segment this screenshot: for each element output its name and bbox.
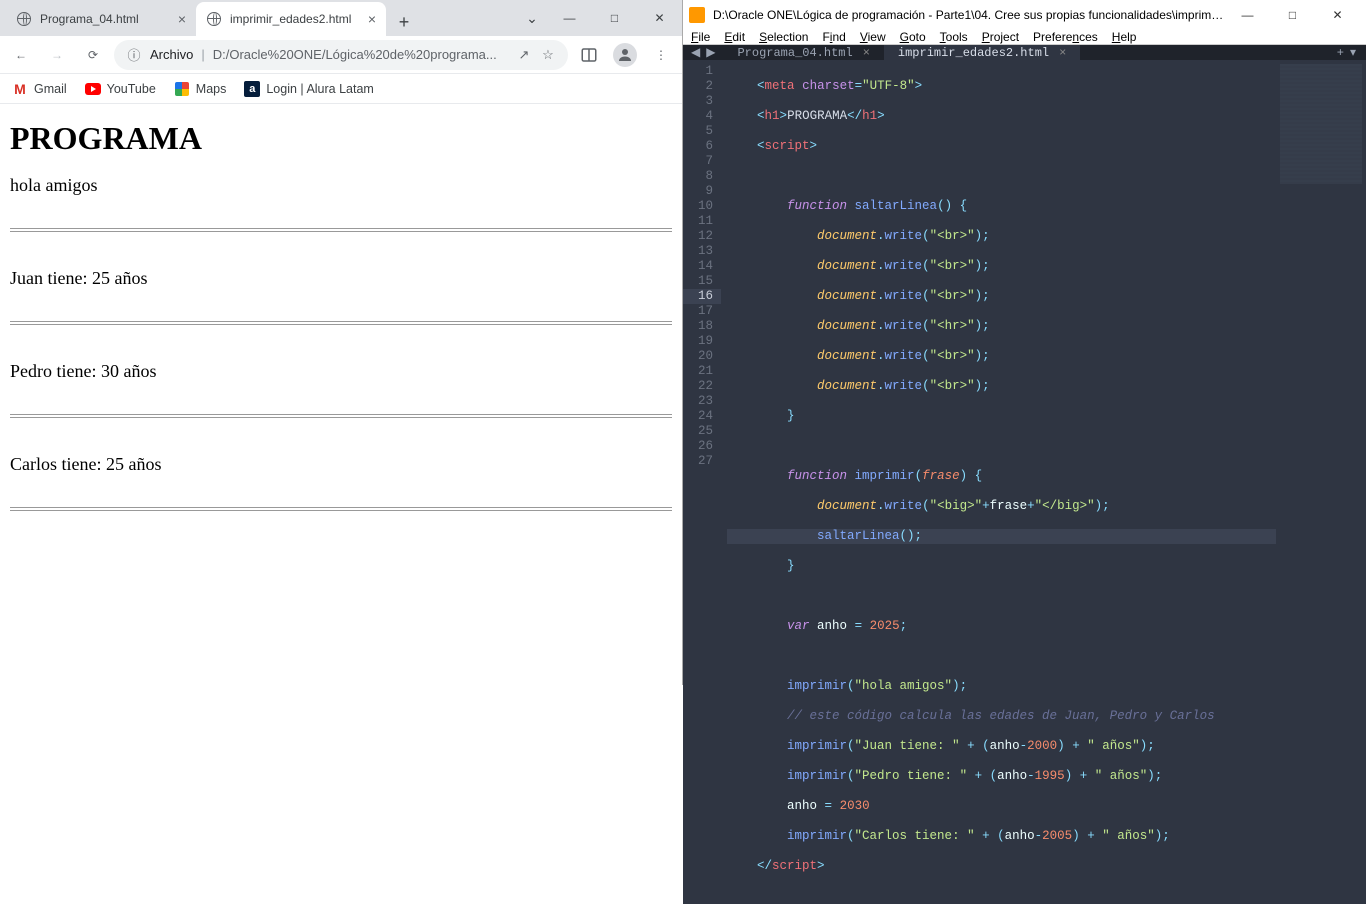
window-controls: ⌄ — □ ✕ [517,0,682,36]
tab-title: imprimir_edades2.html [898,46,1049,60]
tab-nav-arrows: ◀ ▶ [683,45,723,60]
tab-dropdown-icon[interactable]: ▾ [1350,45,1356,60]
address-bar[interactable]: ⓘ Archivo | D:/Oracle%20ONE/Lógica%20de%… [114,40,568,70]
page-content: PROGRAMA hola amigos Juan tiene: 25 años… [0,104,682,685]
maximize-button[interactable]: □ [592,3,637,33]
menu-bar: File Edit Selection Find View Goto Tools… [683,30,1366,45]
close-button[interactable]: ✕ [1315,0,1360,30]
bookmark-maps[interactable]: Maps [174,81,227,97]
bookmark-youtube[interactable]: YouTube [85,81,156,97]
new-tab-icon[interactable]: + [1337,46,1344,60]
url-prefix: Archivo [150,47,193,62]
editor-tab-bar: ◀ ▶ Programa_04.html × imprimir_edades2.… [683,45,1366,60]
url-separator: | [201,47,204,62]
gmail-icon: M [12,81,28,97]
alura-icon: a [244,81,260,97]
bookmark-label: Gmail [34,82,67,96]
menu-find[interactable]: Find [822,30,845,44]
output-line: Carlos tiene: 25 años [10,454,672,475]
output-line: hola amigos [10,175,672,196]
reload-button[interactable]: ⟳ [78,40,108,70]
back-button[interactable]: ← [6,40,36,70]
menu-tools[interactable]: Tools [940,30,968,44]
tab-title: Programa_04.html [737,46,852,60]
sublime-logo-icon [689,7,705,23]
browser-toolbar: ← → ⟳ ⓘ Archivo | D:/Oracle%20ONE/Lógica… [0,36,682,74]
output-line: Juan tiene: 25 años [10,268,672,289]
maximize-button[interactable]: □ [1270,0,1315,30]
sublime-window: D:\Oracle ONE\Lógica de programación - P… [683,0,1366,685]
reading-list-icon[interactable] [574,40,604,70]
globe-icon [16,11,32,27]
window-title: D:\Oracle ONE\Lógica de programación - P… [713,8,1225,22]
menu-help[interactable]: Help [1112,30,1137,44]
maps-icon [174,81,190,97]
bookmark-label: Login | Alura Latam [266,82,373,96]
line-gutter: 12345 678910 1112131415 1617181920 21222… [683,60,721,904]
tab-title: imprimir_edades2.html [230,12,360,26]
forward-button[interactable]: → [42,40,72,70]
editor-tab-1[interactable]: Programa_04.html × [723,45,883,60]
code-area[interactable]: <meta charset="UTF-8"> <h1>PROGRAMA</h1>… [721,60,1276,904]
share-icon[interactable]: ↗ [516,47,532,63]
window-controls: — □ ✕ [1225,0,1360,30]
profile-avatar[interactable] [610,40,640,70]
browser-tab-1[interactable]: Programa_04.html × [6,2,196,36]
globe-icon [206,11,222,27]
tab-strip: Programa_04.html × imprimir_edades2.html… [0,0,682,36]
menu-project[interactable]: Project [982,30,1019,44]
bookmark-label: YouTube [107,82,156,96]
menu-preferences[interactable]: Preferences [1033,30,1098,44]
close-icon[interactable]: × [368,12,376,26]
output-line: Pedro tiene: 30 años [10,361,672,382]
close-button[interactable]: ✕ [637,3,682,33]
minimize-button[interactable]: — [547,3,592,33]
minimap[interactable] [1276,60,1366,904]
editor-area[interactable]: 12345 678910 1112131415 1617181920 21222… [683,60,1366,904]
menu-view[interactable]: View [860,30,886,44]
minimize-button[interactable]: — [1225,0,1270,30]
nav-back-icon[interactable]: ◀ [691,45,700,60]
sublime-titlebar: D:\Oracle ONE\Lógica de programación - P… [683,0,1366,30]
close-icon[interactable]: × [863,46,870,60]
youtube-icon [85,81,101,97]
browser-tab-2[interactable]: imprimir_edades2.html × [196,2,386,36]
tab-dropdown-icon[interactable]: ⌄ [517,10,547,27]
kebab-menu-icon[interactable]: ⋮ [646,40,676,70]
tab-title: Programa_04.html [40,12,170,26]
bookmark-label: Maps [196,82,227,96]
new-tab-button[interactable]: + [390,8,418,36]
menu-edit[interactable]: Edit [724,30,745,44]
editor-tab-2[interactable]: imprimir_edades2.html × [884,45,1080,60]
bookmark-star-icon[interactable]: ☆ [540,47,556,63]
bookmark-alura[interactable]: a Login | Alura Latam [244,81,373,97]
tab-actions: + ▾ [1327,45,1366,60]
bookmarks-bar: M Gmail YouTube Maps a Login | Alura Latam [0,74,682,104]
menu-selection[interactable]: Selection [759,30,808,44]
menu-goto[interactable]: Goto [900,30,926,44]
nav-forward-icon[interactable]: ▶ [706,45,715,60]
menu-file[interactable]: File [691,30,710,44]
chrome-window: Programa_04.html × imprimir_edades2.html… [0,0,683,685]
page-heading: PROGRAMA [10,120,672,157]
info-icon[interactable]: ⓘ [126,45,142,64]
url-text: D:/Oracle%20ONE/Lógica%20de%20programa..… [213,47,508,62]
close-icon[interactable]: × [1059,46,1066,60]
bookmark-gmail[interactable]: M Gmail [12,81,67,97]
close-icon[interactable]: × [178,12,186,26]
